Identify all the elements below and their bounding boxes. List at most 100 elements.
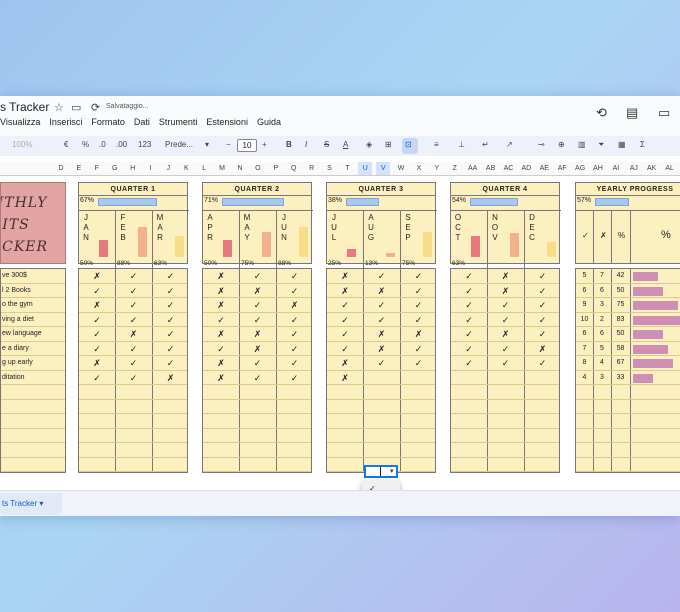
habit-check-cell[interactable]: ✓ <box>203 342 239 356</box>
habit-check-cell[interactable]: ✓ <box>239 356 276 370</box>
vertical-align-icon[interactable]: ⊥ <box>458 140 465 149</box>
habit-check-cell[interactable] <box>276 414 313 428</box>
habit-check-cell[interactable]: ✓ <box>276 313 313 327</box>
habit-name[interactable]: ve 300$ <box>1 269 65 284</box>
habit-name[interactable]: o the gym <box>1 298 65 313</box>
habit-check-cell[interactable] <box>487 443 524 457</box>
number-format-button[interactable]: 123 <box>138 140 151 149</box>
column-header-aa[interactable]: AA <box>466 165 480 172</box>
habit-check-cell[interactable] <box>239 429 276 443</box>
habit-check-cell[interactable]: ✓ <box>79 342 115 356</box>
folder-icon[interactable]: ▭ <box>71 101 81 114</box>
habit-check-cell[interactable]: ✗ <box>203 327 239 341</box>
habit-check-cell[interactable]: ✓ <box>239 269 276 283</box>
habit-check-cell[interactable]: ✓ <box>487 298 524 312</box>
habit-check-cell[interactable]: ✓ <box>327 342 363 356</box>
habit-check-cell[interactable] <box>400 371 437 385</box>
dropdown-arrow-icon[interactable]: ▾ <box>390 467 394 475</box>
habit-check-cell[interactable]: ✓ <box>400 356 437 370</box>
menu-guida[interactable]: Guida <box>257 117 281 127</box>
star-icon[interactable]: ☆ <box>54 101 64 114</box>
column-header-ae[interactable]: AE <box>537 165 551 172</box>
habit-check-cell[interactable]: ✗ <box>239 284 276 298</box>
menu-strumenti[interactable]: Strumenti <box>159 117 198 127</box>
column-header-m[interactable]: M <box>215 165 229 172</box>
column-header-j[interactable]: J <box>161 165 175 172</box>
habit-check-cell[interactable] <box>203 429 239 443</box>
habit-check-cell[interactable] <box>524 429 561 443</box>
habit-check-cell[interactable] <box>152 400 189 414</box>
habit-check-cell[interactable]: ✓ <box>239 313 276 327</box>
habit-check-cell[interactable]: ✓ <box>115 356 152 370</box>
functions-button[interactable]: Σ <box>640 140 645 149</box>
habit-check-cell[interactable] <box>451 443 487 457</box>
habit-check-cell[interactable] <box>115 429 152 443</box>
habit-check-cell[interactable] <box>400 400 437 414</box>
habit-check-cell[interactable] <box>239 414 276 428</box>
habit-check-cell[interactable] <box>115 414 152 428</box>
habit-check-cell[interactable] <box>400 385 437 399</box>
habit-check-cell[interactable]: ✗ <box>203 284 239 298</box>
habit-check-cell[interactable] <box>152 414 189 428</box>
column-header-ac[interactable]: AC <box>502 165 516 172</box>
habit-check-cell[interactable]: ✓ <box>451 269 487 283</box>
habit-check-cell[interactable]: ✓ <box>400 298 437 312</box>
habit-check-cell[interactable] <box>327 429 363 443</box>
habit-check-cell[interactable]: ✓ <box>487 342 524 356</box>
habit-check-cell[interactable]: ✗ <box>239 342 276 356</box>
habit-check-cell[interactable]: ✓ <box>152 327 189 341</box>
habit-check-cell[interactable]: ✗ <box>363 284 400 298</box>
habit-check-cell[interactable]: ✓ <box>451 298 487 312</box>
column-header-e[interactable]: E <box>72 165 86 172</box>
habit-check-cell[interactable]: ✗ <box>203 371 239 385</box>
habit-check-cell[interactable]: ✓ <box>400 269 437 283</box>
habit-check-cell[interactable] <box>79 414 115 428</box>
habit-check-cell[interactable]: ✓ <box>524 356 561 370</box>
column-header-al[interactable]: AL <box>663 165 677 172</box>
column-header-s[interactable]: S <box>323 165 337 172</box>
filter-views-icon[interactable]: ▦ <box>618 140 626 149</box>
habit-name[interactable]: g up early <box>1 356 65 371</box>
currency-button[interactable]: € <box>64 140 68 149</box>
habit-check-cell[interactable]: ✗ <box>487 269 524 283</box>
habit-check-cell[interactable]: ✗ <box>203 269 239 283</box>
column-header-y[interactable]: Y <box>430 165 444 172</box>
habit-check-cell[interactable]: ✓ <box>400 342 437 356</box>
habit-check-cell[interactable] <box>451 458 487 472</box>
habit-check-cell[interactable] <box>115 385 152 399</box>
habit-check-cell[interactable] <box>487 371 524 385</box>
habit-name[interactable] <box>1 385 65 400</box>
habit-check-cell[interactable] <box>203 458 239 472</box>
habit-check-cell[interactable]: ✓ <box>115 298 152 312</box>
habit-check-cell[interactable] <box>276 429 313 443</box>
habit-check-cell[interactable]: ✓ <box>276 356 313 370</box>
habit-check-cell[interactable]: ✓ <box>79 284 115 298</box>
menu-dati[interactable]: Dati <box>134 117 150 127</box>
habit-check-cell[interactable] <box>524 385 561 399</box>
habit-check-cell[interactable]: ✓ <box>115 371 152 385</box>
column-header-g[interactable]: G <box>108 165 122 172</box>
history-icon[interactable]: ⟲ <box>596 105 607 121</box>
habit-check-cell[interactable]: ✓ <box>79 371 115 385</box>
habit-check-cell[interactable] <box>79 429 115 443</box>
habit-check-cell[interactable] <box>203 414 239 428</box>
habit-check-cell[interactable] <box>276 443 313 457</box>
habit-check-cell[interactable] <box>152 458 189 472</box>
align-icon[interactable]: ≡ <box>434 140 439 149</box>
text-rotation-icon[interactable]: ↗ <box>506 140 513 149</box>
column-header-t[interactable]: T <box>340 165 354 172</box>
habit-check-cell[interactable] <box>239 458 276 472</box>
font-size-increase[interactable]: + <box>262 140 267 149</box>
habit-check-cell[interactable] <box>487 385 524 399</box>
habit-check-cell[interactable] <box>79 443 115 457</box>
decrease-decimal-button[interactable]: .0 <box>99 140 106 149</box>
text-wrap-icon[interactable]: ↵ <box>482 140 489 149</box>
column-header-p[interactable]: P <box>269 165 283 172</box>
font-select[interactable]: Prede... <box>165 140 193 149</box>
menu-estensioni[interactable]: Estensioni <box>206 117 248 127</box>
habit-name[interactable]: l 2 Books <box>1 284 65 298</box>
percent-button[interactable]: % <box>82 140 89 149</box>
habit-check-cell[interactable]: ✓ <box>524 269 561 283</box>
habit-check-cell[interactable]: ✗ <box>203 356 239 370</box>
column-header-r[interactable]: R <box>305 165 319 172</box>
